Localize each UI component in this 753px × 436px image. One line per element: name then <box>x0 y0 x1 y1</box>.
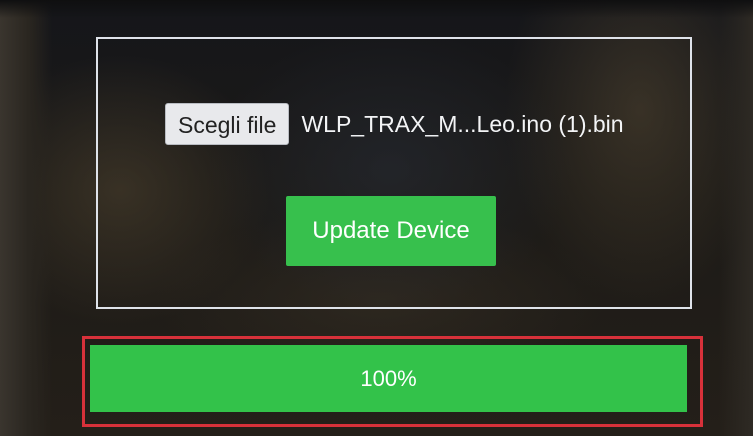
upload-progress-bar: 100% <box>90 345 687 412</box>
file-picker: Scegli file WLP_TRAX_M...Leo.ino (1).bin <box>165 101 624 147</box>
device-bezel-right <box>719 0 753 436</box>
choose-file-button[interactable]: Scegli file <box>165 103 290 145</box>
update-device-button[interactable]: Update Device <box>286 196 496 266</box>
upload-panel <box>96 37 692 309</box>
selected-file-name: WLP_TRAX_M...Leo.ino (1).bin <box>301 110 624 137</box>
device-bezel-left <box>0 0 52 436</box>
device-bezel-top <box>0 0 753 18</box>
progress-label: 100% <box>360 365 417 391</box>
